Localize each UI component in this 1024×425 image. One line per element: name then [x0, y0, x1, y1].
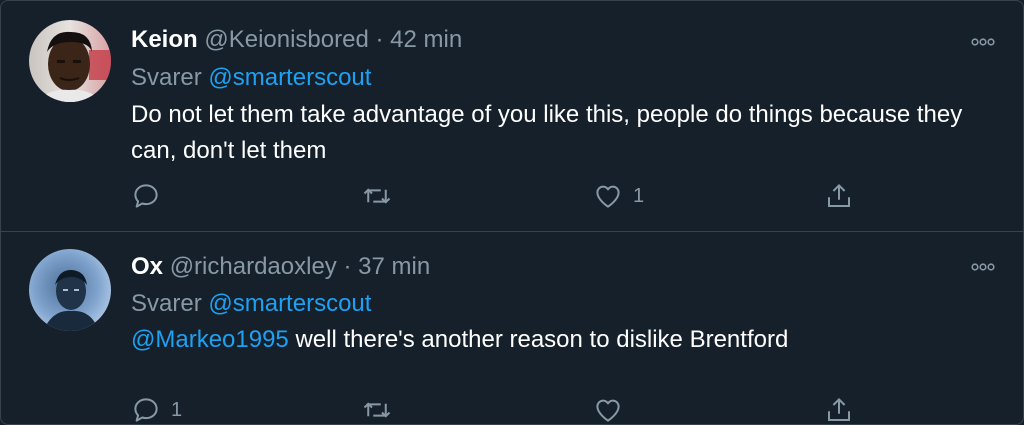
author-name[interactable]: Ox [131, 253, 163, 280]
heart-icon [596, 185, 620, 208]
tweet-text: Do not let them take advantage of you li… [131, 97, 1011, 169]
replying-to-mention[interactable]: @smarterscout [208, 64, 371, 91]
like-count: 1 [633, 184, 645, 207]
separator-dot: · [343, 253, 352, 280]
retweet-icon [363, 402, 391, 418]
avatar[interactable] [29, 249, 111, 331]
reply-count: 1 [171, 398, 183, 421]
separator-dot: · [375, 26, 384, 53]
retweet-button[interactable] [362, 390, 402, 424]
tweet-text: @Markeo1995 well there's another reason … [131, 322, 1011, 358]
author-name[interactable]: Keion [131, 26, 198, 53]
tweet[interactable]: Ox @richardaoxley · 37 min Svarer @smart… [1, 231, 1023, 424]
tweet-actions: 1 [1, 176, 1023, 216]
tweet[interactable]: Keion @Keionisbored · 42 min Svarer @sma… [1, 1, 1023, 231]
replying-to-label: Svarer [131, 290, 202, 317]
tweet-header: Ox @richardaoxley · 37 min [131, 252, 430, 282]
tweet-header: Keion @Keionisbored · 42 min [131, 25, 462, 55]
reply-icon [134, 184, 158, 208]
replying-to: Svarer @smarterscout [131, 289, 371, 319]
timestamp[interactable]: 37 min [358, 253, 430, 280]
author-handle[interactable]: @richardaoxley [170, 253, 337, 280]
replying-to: Svarer @smarterscout [131, 63, 371, 93]
tweet-actions: 1 [1, 390, 1023, 424]
share-button[interactable] [824, 176, 854, 216]
more-options-icon[interactable] [971, 31, 995, 52]
heart-icon [596, 399, 620, 422]
tweet-body: well there's another reason to dislike B… [288, 326, 789, 353]
more-options-icon[interactable] [971, 256, 995, 277]
tweet-body: Do not let them take advantage of you li… [131, 101, 963, 164]
like-button[interactable] [593, 390, 633, 424]
tweet-list: Keion @Keionisbored · 42 min Svarer @sma… [0, 0, 1024, 425]
share-button[interactable] [824, 390, 854, 424]
share-icon [828, 183, 850, 207]
reply-button[interactable]: 1 [131, 390, 183, 424]
like-button[interactable]: 1 [593, 176, 644, 216]
replying-to-mention[interactable]: @smarterscout [208, 290, 371, 317]
share-icon [828, 397, 850, 421]
timestamp[interactable]: 42 min [390, 26, 462, 53]
text-mention[interactable]: @Markeo1995 [131, 326, 289, 353]
reply-button[interactable] [131, 176, 171, 216]
retweet-icon [363, 188, 391, 204]
retweet-button[interactable] [362, 176, 402, 216]
reply-icon [134, 398, 158, 422]
replying-to-label: Svarer [131, 64, 202, 91]
avatar[interactable] [29, 20, 111, 102]
author-handle[interactable]: @Keionisbored [204, 26, 368, 53]
